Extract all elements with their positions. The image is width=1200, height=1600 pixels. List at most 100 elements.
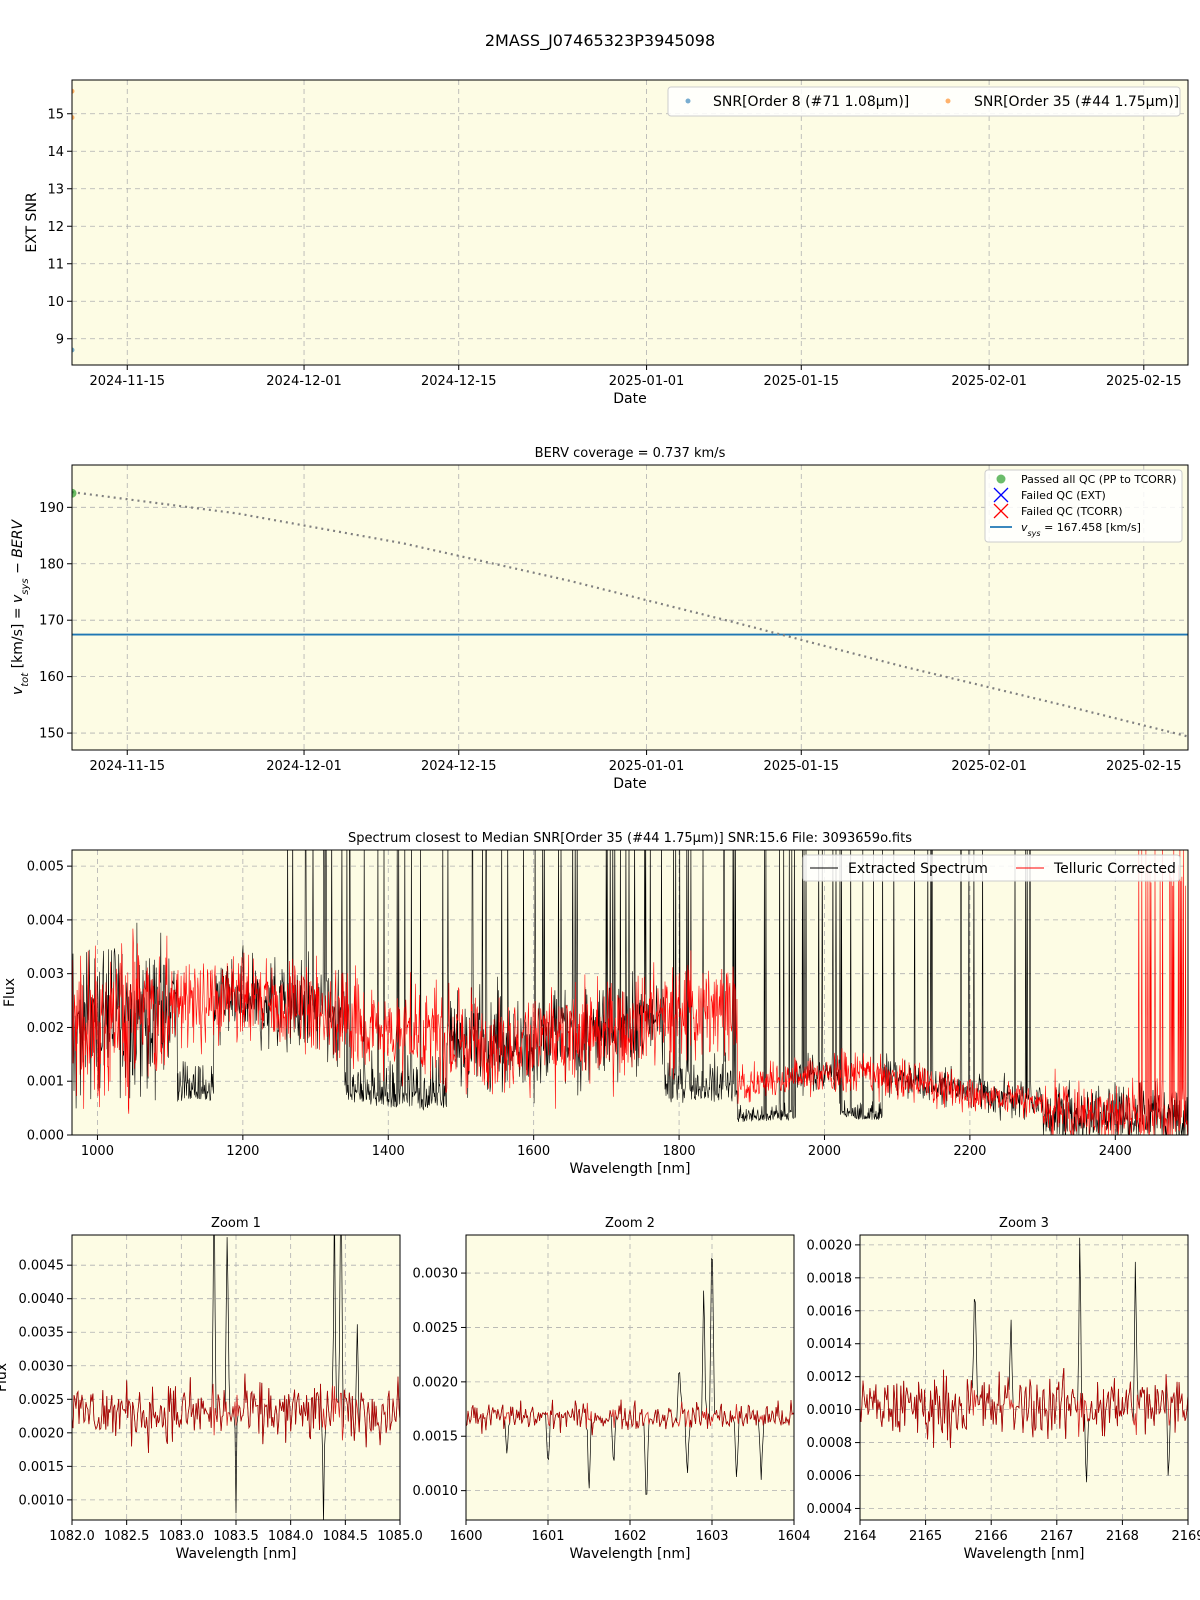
zoom3-title: Zoom 3 — [999, 1216, 1049, 1231]
snr-xtick-label-0: 2024-11-15 — [89, 374, 165, 389]
berv-ytick-label-1: 160 — [39, 670, 64, 685]
zoom2-plot-area — [466, 1235, 794, 1520]
zoom1-xtick-label-3: 1083.5 — [213, 1529, 259, 1544]
zoom3-xlabel: Wavelength [nm] — [964, 1546, 1085, 1562]
zoom3-xtick-label-0: 2164 — [843, 1529, 876, 1544]
snr-legend-marker-1 — [945, 98, 951, 104]
zoom3-ytick-label-0: 0.0004 — [807, 1502, 853, 1517]
zoom3-xtick-label-2: 2166 — [975, 1529, 1008, 1544]
berv-ytick-label-2: 170 — [39, 614, 64, 629]
spectrum-ytick-label-4: 0.004 — [27, 913, 64, 928]
snr-xtick-label-5: 2025-02-01 — [951, 374, 1027, 389]
zoom1-ytick-label-1: 0.0015 — [19, 1460, 65, 1475]
spectrum-title: Spectrum closest to Median SNR[Order 35 … — [348, 831, 912, 846]
spectrum-legend-label-0: Extracted Spectrum — [848, 861, 988, 877]
zoom3-xtick-label-4: 2168 — [1106, 1529, 1139, 1544]
zoom1-ytick-label-5: 0.0035 — [19, 1326, 65, 1341]
zoom1-xtick-label-1: 1082.5 — [104, 1529, 150, 1544]
snr-ytick-label-6: 15 — [47, 107, 64, 122]
spectrum-plot-area — [72, 850, 1188, 1135]
zoom1-xtick-label-0: 1082.0 — [49, 1529, 95, 1544]
zoom3-xtick-label-1: 2165 — [909, 1529, 942, 1544]
zoom3-panel: 2164 2165 2166 2167 2168 2169 0.0004 0.0006 0.00… — [807, 1216, 1200, 1562]
zoom3-ytick-label-2: 0.0008 — [807, 1436, 853, 1451]
spectrum-xtick-label-3: 1600 — [517, 1144, 550, 1159]
spectrum-ytick-label-2: 0.002 — [27, 1021, 64, 1036]
spectrum-ytick-label-0: 0.000 — [27, 1129, 64, 1144]
snr-xtick-label-1: 2024-12-01 — [266, 374, 342, 389]
zoom3-ytick-label-3: 0.0010 — [807, 1403, 853, 1418]
snr-legend-marker-0 — [685, 98, 691, 104]
berv-ytick-label-3: 180 — [39, 557, 64, 572]
zoom3-ytick-label-8: 0.0020 — [807, 1238, 853, 1253]
berv-ylabel: vtot [km/s] = vsys − BERV — [10, 519, 31, 695]
spectrum-ytick-label-3: 0.003 — [27, 967, 64, 982]
zoom1-plot-area — [72, 1235, 400, 1520]
berv-legend-label-0: Passed all QC (PP to TCORR) — [1021, 473, 1176, 486]
zoom1-panel: 1082.0 1082.5 1083.0 1083.5 1084.0 1084.5 1085… — [0, 1216, 423, 1562]
snr-ytick-label-1: 10 — [47, 295, 64, 310]
snr-xtick-label-4: 2025-01-15 — [763, 374, 839, 389]
zoom3-ytick-label-5: 0.0014 — [807, 1337, 853, 1352]
berv-legend-label-1: Failed QC (EXT) — [1021, 489, 1106, 502]
zoom2-title: Zoom 2 — [605, 1216, 655, 1231]
figure-canvas: 2MASS_J07465323P3945098 2024-11-15 2024-1… — [0, 31, 1200, 1562]
snr-ytick-label-5: 14 — [47, 145, 64, 160]
zoom2-xtick-label-4: 1604 — [777, 1529, 810, 1544]
zoom1-title: Zoom 1 — [211, 1216, 261, 1231]
berv-legend-marker-passed — [996, 474, 1006, 484]
berv-legend-label-2: Failed QC (TCORR) — [1021, 505, 1123, 518]
zoom3-ytick-label-1: 0.0006 — [807, 1469, 853, 1484]
zoom1-xtick-label-5: 1084.5 — [323, 1529, 369, 1544]
zoom3-ytick-label-4: 0.0012 — [807, 1370, 853, 1385]
zoom1-ytick-label-4: 0.0030 — [19, 1359, 65, 1374]
spectrum-ytick-label-1: 0.001 — [27, 1075, 64, 1090]
berv-legend: Passed all QC (PP to TCORR) Failed QC (EX… — [984, 469, 1183, 543]
spectrum-xtick-label-4: 1800 — [663, 1144, 696, 1159]
berv-xtick-label-6: 2025-02-15 — [1106, 759, 1182, 774]
zoom2-ytick-label-4: 0.0030 — [413, 1267, 459, 1282]
zoom3-xtick-label-3: 2167 — [1040, 1529, 1073, 1544]
snr-legend-label-0: SNR[Order 8 (#71 1.08μm)] — [713, 94, 909, 110]
zoom3-ytick-label-7: 0.0018 — [807, 1271, 853, 1286]
berv-xtick-label-5: 2025-02-01 — [951, 759, 1027, 774]
berv-title: BERV coverage = 0.737 km/s — [535, 446, 726, 461]
snr-plot-area — [72, 80, 1188, 365]
zoom3-ytick-label-6: 0.0016 — [807, 1304, 853, 1319]
zoom1-xtick-label-4: 1084.0 — [268, 1529, 314, 1544]
snr-ylabel: EXT SNR — [24, 192, 40, 253]
zoom2-xtick-label-3: 1603 — [695, 1529, 728, 1544]
snr-panel: 2024-11-15 2024-12-01 2024-12-15 2025-01-01… — [24, 79, 1189, 407]
spectrum-xtick-label-0: 1000 — [81, 1144, 114, 1159]
spectrum-xtick-label-7: 2400 — [1099, 1144, 1132, 1159]
figure-title: 2MASS_J07465323P3945098 — [485, 31, 715, 51]
snr-xlabel: Date — [613, 391, 646, 407]
zoom1-xlabel: Wavelength [nm] — [176, 1546, 297, 1562]
berv-xtick-label-3: 2025-01-01 — [609, 759, 685, 774]
zoom1-ytick-label-2: 0.0020 — [19, 1426, 65, 1441]
berv-xtick-label-4: 2025-01-15 — [763, 759, 839, 774]
berv-xtick-label-2: 2024-12-15 — [421, 759, 497, 774]
snr-ytick-label-2: 11 — [47, 257, 64, 272]
zoom2-xtick-label-0: 1600 — [449, 1529, 482, 1544]
spectrum-xtick-label-1: 1200 — [226, 1144, 259, 1159]
zoom1-xtick-label-2: 1083.0 — [159, 1529, 205, 1544]
spectrum-xtick-label-5: 2000 — [808, 1144, 841, 1159]
zoom1-ytick-label-6: 0.0040 — [19, 1292, 65, 1307]
snr-xtick-label-6: 2025-02-15 — [1106, 374, 1182, 389]
snr-xtick-label-3: 2025-01-01 — [609, 374, 685, 389]
snr-ytick-label-3: 12 — [47, 220, 64, 235]
zoom2-xtick-label-2: 1602 — [613, 1529, 646, 1544]
snr-legend: SNR[Order 8 (#71 1.08μm)] SNR[Order 35 (#… — [667, 86, 1181, 117]
zoom3-xtick-label-5: 2169 — [1171, 1529, 1200, 1544]
zoom1-ytick-label-0: 0.0010 — [19, 1493, 65, 1508]
snr-ytick-label-4: 13 — [47, 182, 64, 197]
zoom2-ytick-label-1: 0.0015 — [413, 1430, 459, 1445]
berv-xlabel: Date — [613, 776, 646, 792]
spectrum-ytick-label-5: 0.005 — [27, 860, 64, 875]
zoom2-ytick-label-2: 0.0020 — [413, 1375, 459, 1390]
snr-legend-label-1: SNR[Order 35 (#44 1.75μm)] — [974, 94, 1179, 110]
zoom1-xtick-label-6: 1085.0 — [377, 1529, 423, 1544]
spectrum-ylabel: Flux — [2, 978, 18, 1007]
berv-xtick-label-1: 2024-12-01 — [266, 759, 342, 774]
